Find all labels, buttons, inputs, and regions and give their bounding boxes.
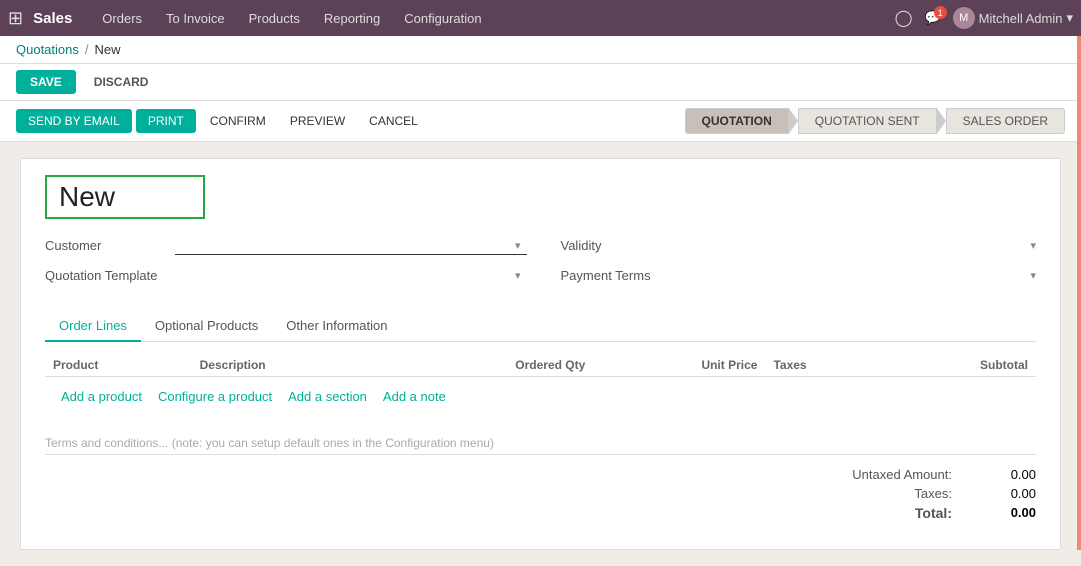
total-value: 0.00 [976,505,1036,521]
clock-icon[interactable]: ◯ [895,8,913,28]
validity-label: Validity [561,238,691,253]
form-fields: Customer ▾ Quotation Template ▾ [45,235,1036,295]
col-description: Description [192,354,388,377]
payment-terms-select[interactable] [691,265,1043,285]
breadcrumb-current: New [95,42,121,57]
customer-row: Customer ▾ [45,235,521,255]
customer-label: Customer [45,238,175,253]
status-sales-order[interactable]: SALES ORDER [946,108,1065,134]
navbar-menu: Orders To Invoice Products Reporting Con… [92,7,491,30]
add-section-link[interactable]: Add a section [288,389,367,404]
configure-product-link[interactable]: Configure a product [158,389,272,404]
validity-wrapper: ▾ [691,235,1037,255]
taxes-label: Taxes: [812,486,952,501]
cancel-button[interactable]: CANCEL [359,109,428,133]
col-ordered-qty: Ordered Qty [388,354,594,377]
menu-reporting[interactable]: Reporting [314,7,390,30]
totals-section: Untaxed Amount: 0.00 Taxes: 0.00 Total: … [45,467,1036,521]
action-bar: SAVE DISCARD [0,64,1081,101]
brand-label: Sales [33,10,72,27]
untaxed-label: Untaxed Amount: [812,467,952,482]
col-taxes: Taxes [765,354,882,377]
quotation-template-label: Quotation Template [45,268,175,283]
navbar-right: ◯ 💬1 M Mitchell Admin ▾ [895,7,1073,29]
save-button[interactable]: SAVE [16,70,76,94]
form-col-left: Customer ▾ Quotation Template ▾ [45,235,521,295]
discard-button[interactable]: DISCARD [84,70,159,94]
menu-products[interactable]: Products [239,7,310,30]
orange-accent-bar [1077,36,1081,550]
quotation-template-wrapper: ▾ [175,265,521,285]
table-row-empty: Add a product Configure a product Add a … [45,377,1036,417]
tab-other-information[interactable]: Other Information [272,311,401,342]
notification-icon[interactable]: 💬1 [924,10,940,26]
user-menu[interactable]: M Mitchell Admin ▾ [953,7,1073,29]
print-button[interactable]: PRINT [136,109,196,133]
main-content: New Customer ▾ Quotation Template ▾ [0,142,1081,566]
navbar: ⊞ Sales Orders To Invoice Products Repor… [0,0,1081,36]
confirm-button[interactable]: CONFIRM [200,109,276,133]
form-card: New Customer ▾ Quotation Template ▾ [20,158,1061,550]
avatar: M [953,7,975,29]
tab-optional-products[interactable]: Optional Products [141,311,272,342]
payment-terms-wrapper: ▾ [691,265,1037,285]
terms-row: Terms and conditions... (note: you can s… [45,436,1036,455]
breadcrumb-separator: / [85,42,89,57]
menu-to-invoice[interactable]: To Invoice [156,7,235,30]
status-arrow-1 [788,107,798,135]
status-quotation-sent[interactable]: QUOTATION SENT [798,108,937,134]
payment-terms-label: Payment Terms [561,268,691,283]
user-chevron-icon: ▾ [1066,10,1073,26]
status-steps: QUOTATION QUOTATION SENT SALES ORDER [685,107,1065,135]
tab-order-lines[interactable]: Order Lines [45,311,141,342]
status-quotation[interactable]: QUOTATION [685,108,789,134]
preview-button[interactable]: PREVIEW [280,109,355,133]
untaxed-amount-row: Untaxed Amount: 0.00 [45,467,1036,482]
taxes-value: 0.00 [976,486,1036,501]
notif-badge: 1 [934,6,947,19]
add-note-link[interactable]: Add a note [383,389,446,404]
status-arrow-2 [936,107,946,135]
terms-text[interactable]: Terms and conditions... (note: you can s… [45,436,1036,455]
form-col-right: Validity ▾ Payment Terms ▾ [561,235,1037,295]
col-product: Product [45,354,192,377]
tabs: Order Lines Optional Products Other Info… [45,311,1036,342]
breadcrumb-parent[interactable]: Quotations [16,42,79,57]
quotation-template-row: Quotation Template ▾ [45,265,521,285]
taxes-row: Taxes: 0.00 [45,486,1036,501]
quotation-template-select[interactable] [175,265,527,285]
menu-configuration[interactable]: Configuration [394,7,491,30]
total-row: Total: 0.00 [45,505,1036,521]
workflow-bar: SEND BY EMAIL PRINT CONFIRM PREVIEW CANC… [0,101,1081,142]
order-table: Product Description Ordered Qty Unit Pri… [45,354,1036,416]
validity-select[interactable] [691,235,1043,255]
validity-row: Validity ▾ [561,235,1037,255]
breadcrumb: Quotations / New [0,36,1081,64]
send-by-email-button[interactable]: SEND BY EMAIL [16,109,132,133]
add-links: Add a product Configure a product Add a … [53,383,1028,410]
untaxed-value: 0.00 [976,467,1036,482]
payment-terms-row: Payment Terms ▾ [561,265,1037,285]
menu-orders[interactable]: Orders [92,7,152,30]
col-subtotal: Subtotal [883,354,1036,377]
doc-title: New [45,175,205,219]
user-name: Mitchell Admin [979,11,1063,26]
col-unit-price: Unit Price [593,354,765,377]
apps-icon[interactable]: ⊞ [8,8,23,29]
total-label: Total: [812,505,952,521]
add-product-link[interactable]: Add a product [61,389,142,404]
customer-input[interactable] [175,235,527,255]
